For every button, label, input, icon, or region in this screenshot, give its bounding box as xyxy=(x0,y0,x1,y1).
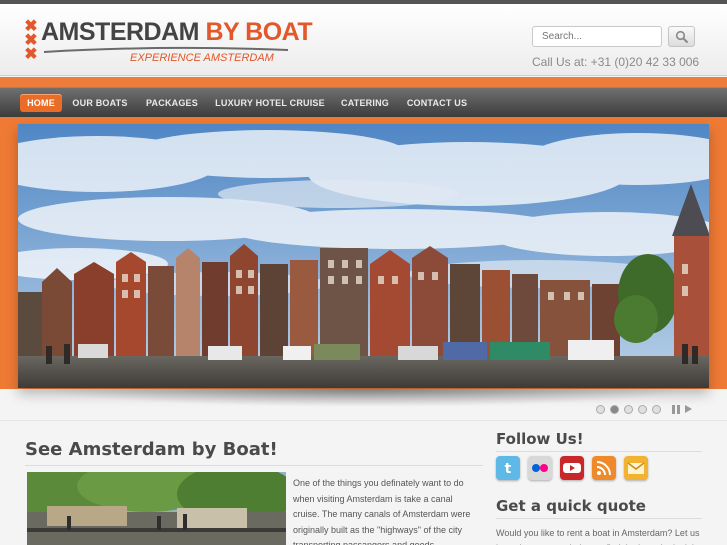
slider-dot-1[interactable] xyxy=(596,405,605,414)
quote-text: Would you like to rent a boat in Amsterd… xyxy=(496,528,700,545)
canal-cruise-photo xyxy=(27,472,286,545)
heading-rule xyxy=(25,465,483,466)
pause-icon[interactable] xyxy=(672,405,680,414)
rss-icon[interactable] xyxy=(592,456,616,480)
nav-item-catering[interactable]: CATERING xyxy=(336,94,394,112)
nav-item-luxury-hotel-cruise[interactable]: LUXURY HOTEL CRUISE xyxy=(212,94,328,112)
quote-rule xyxy=(496,518,702,519)
search-button[interactable] xyxy=(668,26,695,47)
follow-us-rule xyxy=(496,451,702,452)
logo-title-accent: BY BOAT xyxy=(205,18,313,46)
svg-text:t: t xyxy=(505,461,512,477)
amsterdam-crosses-icon: ✖ ✖ ✖ xyxy=(24,18,38,63)
search-input[interactable] xyxy=(532,26,662,47)
main-nav: HOME OUR BOATS PACKAGES LUXURY HOTEL CRU… xyxy=(0,87,727,117)
quote-heading: Get a quick quote xyxy=(496,497,646,515)
orange-band xyxy=(0,77,727,87)
email-icon[interactable] xyxy=(624,456,648,480)
slider-dot-4[interactable] xyxy=(638,405,647,414)
magnifier-icon xyxy=(675,30,689,44)
slider-dot-2[interactable] xyxy=(610,405,619,414)
slider-dot-5[interactable] xyxy=(652,405,661,414)
logo-title-main: AMSTERDAM xyxy=(41,18,200,46)
slider-image[interactable] xyxy=(18,124,709,388)
next-icon[interactable] xyxy=(685,405,692,413)
site-logo[interactable]: ✖ ✖ ✖ AMSTERDAM BY BOAT EXPERIENCE AMSTE… xyxy=(24,18,312,68)
youtube-icon[interactable] xyxy=(560,456,584,480)
nav-item-our-boats[interactable]: OUR BOATS xyxy=(68,94,132,112)
site-header: ✖ ✖ ✖ AMSTERDAM BY BOAT EXPERIENCE AMSTE… xyxy=(0,4,727,76)
slider-dot-3[interactable] xyxy=(624,405,633,414)
slider-shadow xyxy=(40,389,690,407)
follow-us-heading: Follow Us! xyxy=(496,430,584,448)
twitter-icon[interactable]: t xyxy=(496,456,520,480)
call-us-phone: Call Us at: +31 (0)20 42 33 006 xyxy=(532,55,700,69)
flickr-icon[interactable] xyxy=(528,456,552,480)
nav-item-contact-us[interactable]: CONTACT US xyxy=(402,94,472,112)
nav-item-packages[interactable]: PACKAGES xyxy=(140,94,204,112)
nav-item-home[interactable]: HOME xyxy=(20,94,62,112)
amsterdam-canal-houses-photo xyxy=(18,124,709,388)
intro-paragraph: One of the things you definately want to… xyxy=(293,478,471,545)
slider-pagination xyxy=(596,405,696,415)
logo-tagline: EXPERIENCE AMSTERDAM xyxy=(130,52,274,64)
logo-title: AMSTERDAM BY BOAT xyxy=(41,18,313,47)
page-heading: See Amsterdam by Boat! xyxy=(25,439,278,460)
content-divider xyxy=(0,420,727,421)
